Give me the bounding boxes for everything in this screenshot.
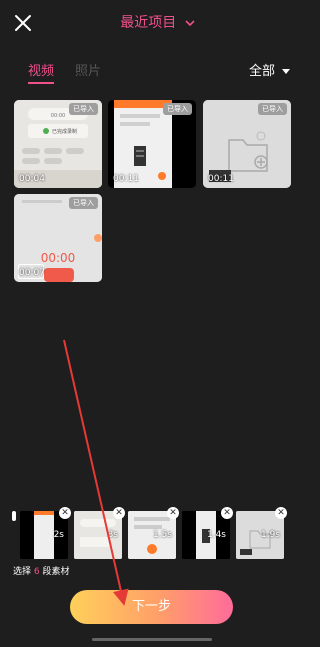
media-thumbnail[interactable]: 已导入 00:11 (203, 100, 291, 188)
selected-clip[interactable]: 1.9s (236, 511, 284, 559)
top-bar: 最近项目 (0, 0, 315, 44)
tab-active-indicator (28, 82, 54, 84)
selected-clips-strip: 2s ✕ 3s ✕ 1.5s ✕ 1.4s ✕ 1.9s ✕ (12, 507, 315, 563)
imported-badge: 已导入 (69, 197, 98, 209)
remove-clip-button[interactable]: ✕ (167, 507, 179, 519)
duration-label: 00:11 (113, 174, 139, 184)
imported-badge: 已导入 (258, 103, 287, 115)
clip-duration: 1.4s (206, 530, 226, 540)
clip-duration: 1.5s (152, 530, 172, 540)
home-indicator (92, 638, 212, 641)
page-title: 最近项目 (120, 15, 177, 31)
remove-clip-button[interactable]: ✕ (113, 507, 125, 519)
preview-label: 已完成录制 (52, 128, 77, 135)
duration-label: 00:07 (19, 268, 45, 278)
selected-clip[interactable]: 3s (74, 511, 122, 559)
remove-clip-button[interactable]: ✕ (221, 507, 233, 519)
project-selector[interactable]: 最近项目 (0, 12, 315, 32)
imported-badge: 已导入 (69, 103, 98, 115)
strip-edge-marker (12, 511, 16, 521)
clip-duration: 2s (53, 530, 64, 540)
filter-dropdown[interactable]: 全部 (249, 60, 290, 79)
selected-clip[interactable]: 2s (20, 511, 68, 559)
imported-badge: 已导入 (163, 103, 192, 115)
selected-clip[interactable]: 1.5s (128, 511, 176, 559)
media-thumbnail[interactable]: 已导入 00:11 (108, 100, 196, 188)
remove-clip-button[interactable]: ✕ (59, 507, 71, 519)
duration-label: 00:04 (19, 174, 45, 184)
filter-label: 全部 (248, 64, 275, 79)
clip-duration: 3s (107, 530, 118, 540)
selected-clip[interactable]: 1.4s (182, 511, 230, 559)
media-thumbnail[interactable]: 00:00 已完成录制 已导入 00:04 (14, 100, 102, 188)
next-button[interactable]: 下一步 (70, 590, 233, 624)
media-thumbnail[interactable]: 00:00 已导入 00:07 (14, 194, 102, 282)
selection-count: 选择 6 段素材 (13, 564, 70, 577)
duration-label: 00:11 (208, 174, 234, 184)
tab-photo[interactable]: 照片 (75, 60, 101, 79)
triangle-down-icon (282, 69, 290, 74)
selection-number: 6 (33, 567, 40, 577)
remove-clip-button[interactable]: ✕ (275, 507, 287, 519)
preview-timer: 00:00 (41, 251, 76, 265)
selection-suffix: 段素材 (42, 567, 70, 577)
preview-timer: 00:00 (51, 113, 65, 119)
chevron-down-icon (185, 19, 195, 26)
clip-duration: 1.9s (260, 530, 280, 540)
selection-prefix: 选择 (13, 567, 32, 577)
tab-video[interactable]: 视频 (28, 60, 54, 79)
